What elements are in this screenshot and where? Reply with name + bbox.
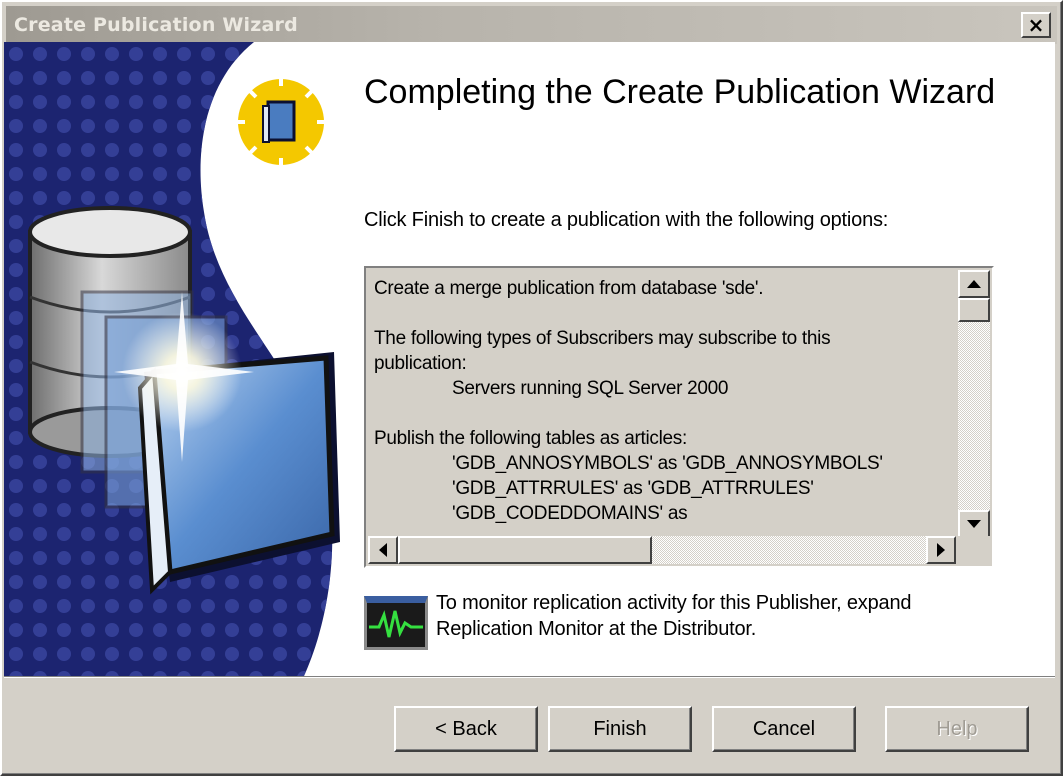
- scroll-up-button[interactable]: [958, 270, 990, 298]
- vertical-scroll-thumb[interactable]: [958, 298, 990, 322]
- summary-text: Create a merge publication from database…: [368, 270, 956, 538]
- summary-line: 'GDB_ATTRRULES' as 'GDB_ATTRRULES': [452, 478, 814, 499]
- arrow-down-icon: [967, 520, 981, 528]
- summary-line: [374, 301, 956, 326]
- summary-textbox[interactable]: Create a merge publication from database…: [364, 266, 994, 568]
- instruction-text: Click Finish to create a publication wit…: [364, 209, 889, 231]
- scroll-right-button[interactable]: [926, 536, 956, 564]
- close-button[interactable]: ×: [1021, 12, 1051, 38]
- side-art-illustration: [4, 42, 364, 676]
- summary-line: Publish the following tables as articles…: [374, 428, 687, 449]
- summary-line: publication:: [374, 353, 467, 374]
- summary-line: Create a merge publication from database…: [374, 278, 764, 299]
- monitor-note-line: Replication Monitor at the Distributor.: [436, 618, 757, 640]
- summary-line: The following types of Subscribers may s…: [374, 328, 831, 349]
- scroll-left-button[interactable]: [368, 536, 398, 564]
- arrow-up-icon: [967, 280, 981, 288]
- book-with-sparkle-icon: [231, 72, 331, 172]
- replication-monitor-icon: [364, 596, 428, 650]
- arrow-right-icon: [937, 543, 945, 557]
- back-button[interactable]: < Back: [394, 706, 538, 752]
- help-button[interactable]: Help: [885, 706, 1029, 752]
- scroll-down-button[interactable]: [958, 510, 990, 538]
- summary-line: 'GDB_CODEDDOMAINS' as: [452, 503, 688, 524]
- wizard-heading: Completing the Create Publication Wizard: [364, 73, 996, 111]
- monitor-note-line: To monitor replication activity for this…: [436, 592, 912, 614]
- horizontal-scroll-thumb[interactable]: [398, 536, 652, 564]
- monitor-note: To monitor replication activity for this…: [436, 590, 912, 642]
- title-bar[interactable]: Create Publication Wizard ×: [6, 6, 1057, 44]
- finish-button[interactable]: Finish: [548, 706, 692, 752]
- summary-line: 'GDB_ANNOSYMBOLS' as 'GDB_ANNOSYMBOLS': [452, 453, 883, 474]
- summary-line: [374, 401, 956, 426]
- vertical-scrollbar[interactable]: [958, 270, 990, 538]
- scrollbar-corner: [958, 536, 990, 564]
- cancel-button[interactable]: Cancel: [712, 706, 856, 752]
- arrow-left-icon: [379, 543, 387, 557]
- close-icon: ×: [1027, 13, 1045, 37]
- wizard-content: Completing the Create Publication Wizard…: [4, 42, 1055, 676]
- horizontal-scrollbar[interactable]: [368, 536, 956, 564]
- window-title: Create Publication Wizard: [14, 14, 298, 36]
- summary-line: Servers running SQL Server 2000: [452, 378, 729, 399]
- separator: [4, 676, 1055, 678]
